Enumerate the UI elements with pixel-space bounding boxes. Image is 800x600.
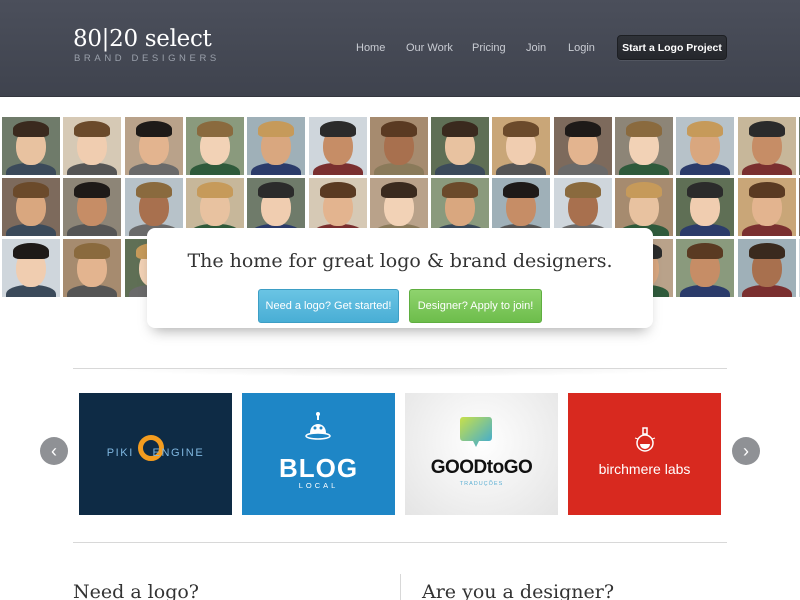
portfolio-tile-birchmere-labs[interactable]: birchmere labs (568, 393, 721, 515)
brand-logo[interactable]: 80|20 select (73, 26, 212, 52)
birchmere-labs-logo-text: birchmere labs (598, 461, 691, 477)
designer-photo (492, 117, 551, 175)
site-header: 80|20 select BRAND DESIGNERS Home Our Wo… (0, 0, 800, 97)
hero-card: The home for great logo & brand designer… (147, 228, 653, 328)
traducoes-logo-text: TRADUÇÕES (459, 481, 504, 487)
designer-heading: Are you a designer? (422, 581, 615, 600)
section-divider-bottom (73, 542, 727, 543)
good-to-go-logo-text: GOODtoGO (430, 457, 533, 478)
speech-bubble-icon (460, 417, 492, 447)
local-logo-text: LOCAL (298, 481, 339, 490)
column-divider (400, 574, 401, 600)
flask-icon (634, 427, 656, 452)
start-logo-project-button[interactable]: Start a Logo Project (617, 35, 727, 60)
designer-photo (2, 117, 60, 175)
designer-photo (676, 117, 735, 175)
designer-photo (63, 178, 122, 236)
piki-engine-logo-text: PIKI ENGINE (106, 447, 205, 459)
designer-photo (124, 117, 183, 175)
designer-photo (615, 117, 673, 175)
designer-photo (185, 117, 244, 175)
designer-photo (308, 117, 367, 175)
portfolio-tile-good-to-go[interactable]: GOODtoGO TRADUÇÕES (405, 393, 558, 515)
nav-our-work-link[interactable]: Our Work (406, 42, 453, 54)
designer-photo (63, 117, 122, 175)
designer-photo (737, 178, 796, 236)
designer-photo (431, 117, 490, 175)
designer-photo (737, 117, 796, 175)
portfolio-tile-blog-local[interactable]: BLOG LOCAL (242, 393, 395, 515)
nav-join-link[interactable]: Join (526, 42, 546, 54)
brand-tagline: BRAND DESIGNERS (74, 53, 220, 64)
carousel-next-button[interactable]: › (732, 437, 760, 465)
portfolio-tile-piki-engine[interactable]: PIKI ENGINE (79, 393, 232, 515)
nav-login-link[interactable]: Login (568, 42, 595, 54)
divider-shadow (110, 369, 690, 377)
blog-mascot-icon (305, 412, 331, 440)
designer-photo (247, 117, 306, 175)
get-started-button[interactable]: Need a logo? Get started! (258, 289, 399, 323)
nav-pricing-link[interactable]: Pricing (472, 42, 506, 54)
carousel-prev-button[interactable]: ‹ (40, 437, 68, 465)
designer-photo (369, 117, 428, 175)
nav-home-link[interactable]: Home (356, 42, 385, 54)
designer-photo (737, 239, 796, 297)
designer-photo (2, 178, 60, 236)
hero-title: The home for great logo & brand designer… (187, 250, 613, 272)
designer-photo (676, 178, 735, 236)
designer-photo (63, 239, 122, 297)
designer-photo (2, 239, 60, 297)
apply-to-join-button[interactable]: Designer? Apply to join! (409, 289, 542, 323)
need-a-logo-heading: Need a logo? (73, 581, 199, 600)
designer-photo (676, 239, 735, 297)
blog-logo-text: BLOG (278, 453, 359, 483)
designer-photo (553, 117, 612, 175)
